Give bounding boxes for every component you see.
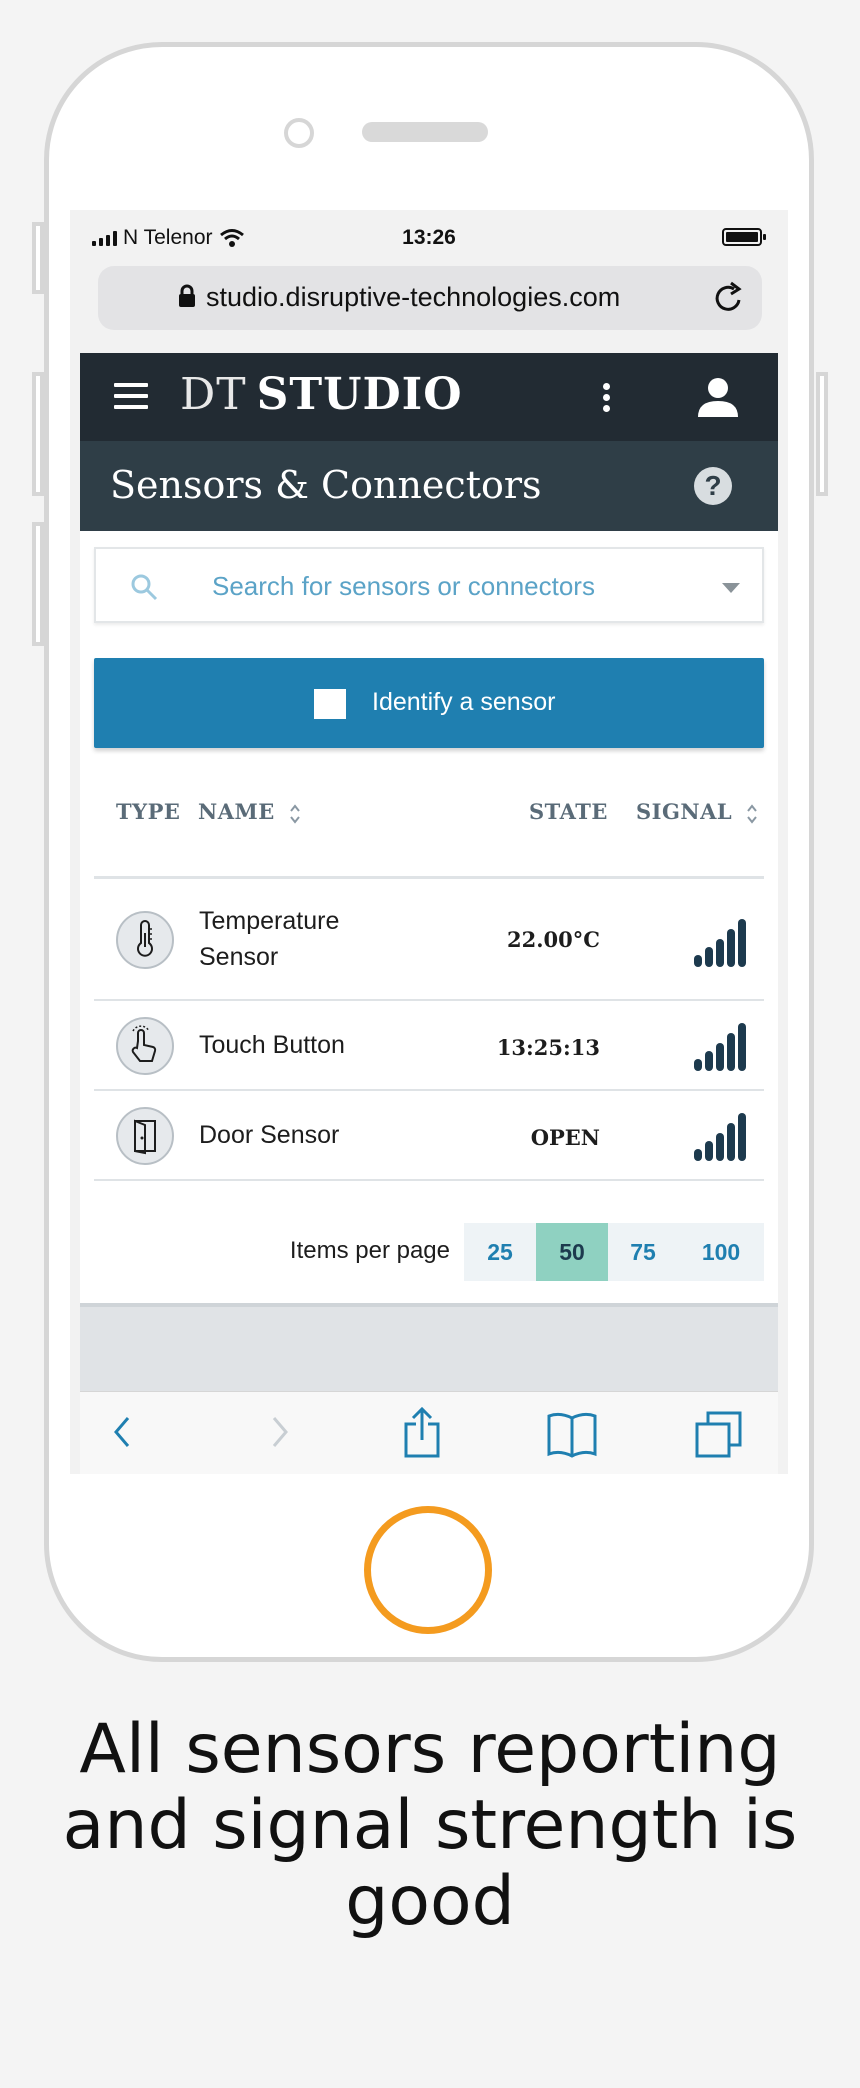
menu-icon[interactable] (114, 383, 148, 416)
front-camera (284, 118, 314, 148)
sensor-state: OPEN (530, 1125, 600, 1150)
signal-bar (705, 1141, 713, 1161)
url-text: studio.disruptive-technologies.com (206, 282, 621, 312)
page-footer-area (80, 1307, 778, 1391)
page-size-option[interactable]: 50 (536, 1223, 608, 1281)
signal-bar (738, 919, 746, 967)
help-icon[interactable]: ? (694, 467, 732, 505)
signal-bar (705, 1051, 713, 1071)
logo-studio: STUDIO (256, 369, 463, 420)
signal-bar (716, 1043, 724, 1071)
address-bar[interactable]: studio.disruptive-technologies.com (98, 266, 762, 330)
signal-bar (694, 1059, 702, 1071)
column-name-label: NAME (198, 799, 275, 824)
caption-text: All sensors reporting and signal strengt… (62, 1710, 798, 1941)
signal-bar (716, 1133, 724, 1161)
page-size-option[interactable]: 75 (608, 1223, 678, 1281)
signal-bar (727, 1033, 735, 1071)
column-state: STATE (529, 799, 608, 824)
door-icon (116, 1107, 174, 1165)
page-title: Sensors & Connectors (110, 463, 542, 507)
signal-strength-icon (694, 919, 750, 967)
column-type: TYPE (116, 799, 181, 824)
search-icon (131, 574, 158, 601)
identify-label: Identify a sensor (372, 688, 556, 716)
mute-switch (32, 222, 44, 294)
column-signal-label: SIGNAL (636, 799, 733, 824)
row-divider (94, 1179, 764, 1181)
search-placeholder: Search for sensors or connectors (212, 571, 595, 601)
signal-bar (727, 929, 735, 967)
web-app: DT STUDIO Sensors & Connectors ? Search f… (80, 353, 778, 1474)
status-time: 13:26 (402, 226, 456, 249)
identify-square-icon (314, 689, 346, 719)
battery-icon (722, 228, 766, 246)
signal-bar (738, 1023, 746, 1071)
sort-icon (289, 803, 300, 824)
sensor-state: 13:25:13 (496, 1035, 600, 1060)
column-signal-sort[interactable]: SIGNAL (636, 799, 758, 825)
table-header: TYPE NAME STATE SIGNAL (94, 799, 764, 843)
page-size-option[interactable]: 25 (464, 1223, 536, 1281)
items-per-page-label: Items per page (289, 1237, 450, 1264)
table-row[interactable]: Touch Button 13:25:13 (94, 1001, 764, 1091)
signal-bar (705, 947, 713, 967)
sensor-state: 22.00°C (507, 927, 600, 952)
lock-icon (179, 284, 195, 307)
volume-up-button (32, 372, 44, 496)
table-row[interactable]: Door Sensor OPEN (94, 1091, 764, 1181)
page-size-option[interactable]: 100 (678, 1223, 764, 1281)
chevron-down-icon[interactable] (722, 583, 740, 593)
earpiece-speaker (362, 122, 488, 142)
thermometer-icon (116, 911, 174, 969)
bookmarks-icon[interactable] (546, 1410, 598, 1458)
signal-strength-icon (694, 1113, 750, 1161)
signal-bar (716, 939, 724, 967)
identify-sensor-button[interactable]: Identify a sensor (94, 658, 764, 748)
share-icon[interactable] (402, 1406, 442, 1458)
signal-bar (694, 955, 702, 967)
sensor-name: Temperature Sensor (199, 907, 340, 971)
sensor-name: Door Sensor (199, 1121, 340, 1149)
app-header: DT STUDIO (80, 353, 778, 441)
table-row[interactable]: Temperature Sensor 22.00°C (94, 879, 764, 1001)
sensor-name: Touch Button (199, 1031, 345, 1059)
power-button (816, 372, 828, 496)
home-button[interactable] (364, 1506, 492, 1634)
search-input[interactable]: Search for sensors or connectors (94, 547, 764, 623)
sort-icon (747, 803, 757, 824)
signal-bar (738, 1113, 746, 1161)
browser-toolbar (80, 1391, 778, 1474)
signal-bar (727, 1123, 735, 1161)
tabs-icon[interactable] (694, 1410, 744, 1458)
phone-screen: N Telenor 13:26 studio.disruptive-techno… (70, 210, 788, 1474)
signal-bar (694, 1149, 702, 1161)
touch-hand-icon (116, 1017, 174, 1075)
page-size-selector: 25 50 75 100 (464, 1223, 764, 1281)
reload-icon[interactable] (712, 280, 746, 316)
pagination: Items per page 25 50 75 100 (94, 1223, 764, 1281)
back-icon[interactable] (108, 1410, 138, 1454)
column-name-sort[interactable]: NAME (198, 799, 301, 825)
more-options-icon[interactable] (603, 383, 611, 416)
user-account-icon[interactable] (696, 375, 740, 419)
logo-dt: DT (180, 369, 247, 420)
signal-strength-icon (694, 1023, 750, 1071)
page-header: Sensors & Connectors ? (80, 441, 778, 531)
volume-down-button (32, 522, 44, 646)
app-logo[interactable]: DT STUDIO (180, 369, 463, 420)
status-bar: N Telenor 13:26 (70, 210, 788, 262)
forward-icon[interactable] (264, 1410, 294, 1454)
